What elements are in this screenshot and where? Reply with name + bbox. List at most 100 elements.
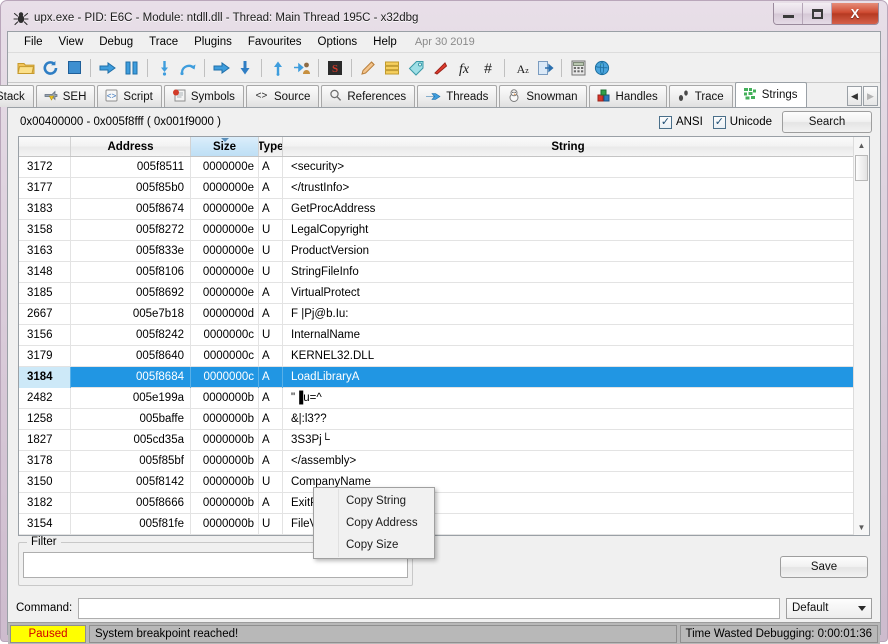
table-row[interactable]: 1827 005cd35a 0000000b A 3S3Pj└ — [19, 430, 869, 451]
table-row[interactable]: 3185 005f8692 0000000e A VirtualProtect — [19, 283, 869, 304]
svg-text:#: # — [484, 60, 492, 76]
command-label: Command: — [16, 602, 72, 614]
menu-trace[interactable]: Trace — [141, 34, 186, 50]
scylla-icon[interactable]: S — [324, 57, 346, 79]
menu-view[interactable]: View — [51, 34, 92, 50]
menu-item-copy-string[interactable]: Copy String — [314, 490, 434, 512]
globe-icon[interactable] — [591, 57, 613, 79]
table-row[interactable]: 3148 005f8106 0000000e U StringFileInfo — [19, 262, 869, 283]
exec-icon[interactable] — [534, 57, 556, 79]
table-row[interactable]: 3156 005f8242 0000000c U InternalName — [19, 325, 869, 346]
table-row[interactable]: 3163 005f833e 0000000e U ProductVersion — [19, 241, 869, 262]
client-area: File View Debug Trace Plugins Favourites… — [7, 31, 881, 635]
tab-scroll-right-icon[interactable]: ▶ — [863, 86, 878, 106]
menu-file[interactable]: File — [16, 34, 51, 50]
table-row[interactable]: 3178 005f85bf 0000000b A </assembly> — [19, 451, 869, 472]
close-button[interactable]: X — [832, 3, 878, 24]
open-icon[interactable] — [15, 57, 37, 79]
table-row[interactable]: 2667 005e7b18 0000000d A F |Pj@b.▾Iu: — [19, 304, 869, 325]
table-vertical-scrollbar[interactable]: ▲ ▼ — [853, 137, 869, 535]
row-type: U — [259, 220, 283, 241]
tab-handles[interactable]: Handles — [589, 85, 667, 107]
scroll-thumb[interactable] — [855, 155, 868, 181]
maximize-button[interactable] — [803, 3, 832, 24]
az-icon[interactable]: Az — [510, 57, 532, 79]
execute-till-return-icon[interactable] — [210, 57, 232, 79]
row-string: LegalCopyright — [283, 220, 869, 241]
column-header-string[interactable]: String — [283, 137, 853, 156]
step-up-icon[interactable] — [267, 57, 289, 79]
tab-seh[interactable]: SEH — [36, 85, 96, 107]
scroll-up-icon[interactable]: ▲ — [854, 137, 869, 153]
row-string: &|:l3?? — [283, 409, 869, 430]
menu-item-copy-address[interactable]: Copy Address — [314, 512, 434, 534]
step-over-icon[interactable] — [177, 57, 199, 79]
table-row[interactable]: 3179 005f8640 0000000c A KERNEL32.DLL — [19, 346, 869, 367]
window-title: upx.exe - PID: E6C - Module: ntdll.dll -… — [34, 12, 418, 24]
row-index: 1827 — [19, 430, 71, 451]
tab-scroll-left-icon[interactable]: ◀ — [847, 86, 862, 106]
unicode-checkbox[interactable]: ✓ Unicode — [713, 116, 772, 129]
command-input[interactable] — [78, 598, 780, 619]
menu-item-copy-size[interactable]: Copy Size — [314, 534, 434, 556]
calculator-icon[interactable] — [567, 57, 589, 79]
table-row[interactable]: 3177 005f85b0 0000000e A </trustInfo> — [19, 178, 869, 199]
tab-references[interactable]: References — [321, 85, 415, 107]
tab-symbols[interactable]: Symbols — [164, 85, 244, 107]
scroll-track[interactable] — [854, 153, 869, 519]
title-bar[interactable]: upx.exe - PID: E6C - Module: ntdll.dll -… — [7, 6, 881, 30]
table-row[interactable]: 1258 005baffe 0000000b A &|:l3?? — [19, 409, 869, 430]
tab-strings[interactable]: Strings — [735, 82, 807, 107]
tab-script[interactable]: <> Script — [97, 85, 161, 107]
column-header-size[interactable]: Size — [191, 137, 259, 156]
menu-options[interactable]: Options — [310, 34, 366, 50]
log-icon[interactable] — [381, 57, 403, 79]
fx-icon[interactable]: fx — [453, 57, 475, 79]
tab-source[interactable]: <> Source — [246, 85, 319, 107]
column-header-type[interactable]: Type — [259, 137, 283, 156]
pencil-icon[interactable] — [357, 57, 379, 79]
row-size: 0000000d — [191, 304, 259, 325]
tab-snowman[interactable]: Snowman — [499, 85, 586, 107]
step-down-icon[interactable] — [234, 57, 256, 79]
table-row[interactable]: 3183 005f8674 0000000e A GetProcAddress — [19, 199, 869, 220]
svg-text:fx: fx — [459, 62, 470, 76]
table-row[interactable]: 3172 005f8511 0000000e A <security> — [19, 157, 869, 178]
table-row[interactable]: 3182005f86660000000bAExitProcess — [19, 493, 869, 514]
table-row[interactable]: 3184 005f8684 0000000c A LoadLibraryA — [19, 367, 869, 388]
column-header-index[interactable] — [19, 137, 71, 156]
range-bar: 0x00400000 - 0x005f8fff ( 0x001f9000 ) ✓… — [8, 108, 880, 136]
tag-icon[interactable] — [405, 57, 427, 79]
table-row[interactable]: 3158 005f8272 0000000e U LegalCopyright — [19, 220, 869, 241]
pause-icon[interactable] — [120, 57, 142, 79]
script-icon: <> — [105, 89, 118, 105]
stop-icon[interactable] — [63, 57, 85, 79]
table-row[interactable]: 2482 005e199a 0000000b A "▐u=^ — [19, 388, 869, 409]
menu-debug[interactable]: Debug — [91, 34, 141, 50]
tab-label: Trace — [695, 91, 724, 103]
ansi-checkbox[interactable]: ✓ ANSI — [659, 116, 703, 129]
tab-stack[interactable]: Stack — [0, 85, 34, 107]
row-size: 0000000b — [191, 388, 259, 409]
bookmark-icon[interactable] — [429, 57, 451, 79]
column-header-address[interactable]: Address — [71, 137, 191, 156]
restart-icon[interactable] — [39, 57, 61, 79]
run-icon[interactable] — [96, 57, 118, 79]
table-row[interactable]: 3154005f81fe0000000bUFileVersion — [19, 514, 869, 535]
run-to-user-code-icon[interactable] — [291, 57, 313, 79]
table-row[interactable]: 3150 005f8142 0000000b U CompanyName — [19, 472, 869, 493]
step-into-icon[interactable] — [153, 57, 175, 79]
menu-help[interactable]: Help — [365, 34, 405, 50]
tab-trace[interactable]: Trace — [669, 85, 733, 107]
scroll-down-icon[interactable]: ▼ — [854, 519, 869, 535]
command-mode-select[interactable]: Default — [786, 598, 872, 619]
minimize-button[interactable] — [774, 3, 803, 24]
tab-label: Snowman — [526, 91, 577, 103]
search-button[interactable]: Search — [782, 111, 872, 133]
menu-favourites[interactable]: Favourites — [240, 34, 310, 50]
hash-icon[interactable]: # — [477, 57, 499, 79]
tab-threads[interactable]: Threads — [417, 85, 497, 107]
save-button[interactable]: Save — [780, 556, 868, 578]
menu-plugins[interactable]: Plugins — [186, 34, 240, 50]
toolbar-separator — [261, 59, 262, 77]
